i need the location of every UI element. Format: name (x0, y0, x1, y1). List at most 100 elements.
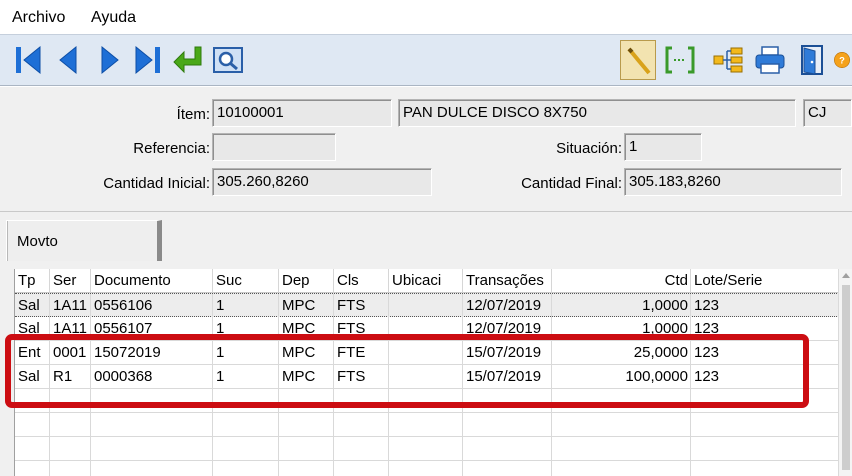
cell-transacoes[interactable] (463, 389, 552, 413)
cell-ctd[interactable]: 100,0000 (552, 365, 691, 389)
cell-dep[interactable]: MPC (279, 341, 334, 365)
column-header-tp[interactable]: Tp (15, 269, 50, 293)
tab-movto[interactable]: Movto (6, 220, 162, 262)
cell-cls[interactable]: FTE (334, 341, 389, 365)
cell-dep[interactable] (279, 389, 334, 413)
cell-ubicaci[interactable] (389, 294, 463, 318)
cell-ser[interactable] (50, 389, 91, 413)
cell-lote-serie[interactable] (691, 437, 839, 461)
cell-ser[interactable] (50, 413, 91, 437)
exit-button[interactable] (794, 40, 830, 80)
column-header-lote-serie[interactable]: Lote/Serie (691, 269, 839, 293)
column-header-ctd[interactable]: Ctd (552, 269, 691, 293)
cell-ubicaci[interactable] (389, 365, 463, 389)
cell-dep[interactable] (279, 461, 334, 476)
cell-ubicaci[interactable] (389, 437, 463, 461)
cell-suc[interactable]: 1 (213, 294, 279, 318)
cell-transacoes[interactable]: 12/07/2019 (463, 317, 552, 341)
cell-lote-serie[interactable] (691, 413, 839, 437)
cell-ctd[interactable] (552, 413, 691, 437)
cell-suc[interactable] (213, 461, 279, 476)
column-header-dep[interactable]: Dep (279, 269, 334, 293)
pencil-button[interactable] (620, 40, 656, 80)
cell-ubicaci[interactable] (389, 413, 463, 437)
cell-ser[interactable]: 1A11 (50, 294, 91, 318)
table-row[interactable]: Sal 1A11 0556107 1 MPC FTS 12/07/2019 1,0000 123 (15, 317, 839, 341)
table-row[interactable] (15, 461, 839, 476)
table-row[interactable]: Sal R1 0000368 1 MPC FTS 15/07/2019 100,0000 123 (15, 365, 839, 389)
cell-cls[interactable]: FTS (334, 317, 389, 341)
cell-tp[interactable]: Sal (15, 317, 50, 341)
cell-tp[interactable]: Sal (15, 365, 50, 389)
return-button[interactable] (170, 40, 206, 80)
cell-ser[interactable]: 0001 (50, 341, 91, 365)
hierarchy-button[interactable] (710, 40, 746, 80)
cell-tp[interactable]: Sal (15, 294, 50, 318)
column-header-ser[interactable]: Ser (50, 269, 91, 293)
cell-ser[interactable] (50, 461, 91, 476)
cell-cls[interactable] (334, 437, 389, 461)
scroll-thumb[interactable] (842, 285, 850, 470)
referencia-field[interactable] (212, 133, 336, 161)
cell-ctd[interactable]: 25,0000 (552, 341, 691, 365)
cell-lote-serie[interactable]: 123 (691, 341, 839, 365)
column-header-transacoes[interactable]: Transações (463, 269, 552, 293)
cantidad-final-field[interactable]: 305.183,8260 (624, 168, 842, 196)
table-row[interactable] (15, 413, 839, 437)
cell-lote-serie[interactable]: 123 (691, 317, 839, 341)
cell-transacoes[interactable]: 12/07/2019 (463, 294, 552, 318)
cell-tp[interactable] (15, 413, 50, 437)
cell-transacoes[interactable] (463, 413, 552, 437)
cell-cls[interactable] (334, 389, 389, 413)
print-button[interactable] (752, 40, 788, 80)
previous-record-button[interactable] (50, 40, 86, 80)
cell-tp[interactable] (15, 389, 50, 413)
cell-ubicaci[interactable] (389, 389, 463, 413)
cell-transacoes[interactable]: 15/07/2019 (463, 365, 552, 389)
item-code-field[interactable]: 10100001 (212, 99, 392, 127)
cell-documento[interactable] (91, 413, 213, 437)
cell-transacoes[interactable] (463, 437, 552, 461)
cell-lote-serie[interactable]: 123 (691, 365, 839, 389)
cell-ctd[interactable] (552, 389, 691, 413)
cell-ctd[interactable] (552, 437, 691, 461)
cell-dep[interactable] (279, 437, 334, 461)
cell-cls[interactable] (334, 461, 389, 476)
cell-ctd[interactable]: 1,0000 (552, 317, 691, 341)
first-record-button[interactable] (10, 40, 46, 80)
cell-dep[interactable]: MPC (279, 365, 334, 389)
cell-cls[interactable]: FTS (334, 294, 389, 318)
cell-ser[interactable] (50, 437, 91, 461)
table-row[interactable]: Sal 1A11 0556106 1 MPC FTS 12/07/2019 1,0000 123 (15, 293, 839, 318)
cell-ser[interactable]: R1 (50, 365, 91, 389)
cell-transacoes[interactable]: 15/07/2019 (463, 341, 552, 365)
column-header-documento[interactable]: Documento (91, 269, 213, 293)
cell-documento[interactable]: 0000368 (91, 365, 213, 389)
cell-lote-serie[interactable] (691, 461, 839, 476)
column-header-ubicaci[interactable]: Ubicaci (389, 269, 463, 293)
next-record-button[interactable] (92, 40, 128, 80)
vertical-scrollbar[interactable] (838, 269, 852, 476)
cell-cls[interactable]: FTS (334, 365, 389, 389)
cell-suc[interactable]: 1 (213, 341, 279, 365)
menu-archivo[interactable]: Archivo (12, 9, 65, 27)
cell-suc[interactable]: 1 (213, 317, 279, 341)
cell-ctd[interactable] (552, 461, 691, 476)
last-record-button[interactable] (130, 40, 166, 80)
situacion-field[interactable]: 1 (624, 133, 702, 161)
table-row[interactable]: Ent 0001 15072019 1 MPC FTE 15/07/2019 25,0000 1… (15, 341, 839, 365)
cell-ubicaci[interactable] (389, 461, 463, 476)
cell-suc[interactable] (213, 389, 279, 413)
column-header-suc[interactable]: Suc (213, 269, 279, 293)
select-range-button[interactable] (662, 40, 698, 80)
cell-documento[interactable]: 0556106 (91, 294, 213, 318)
cell-ser[interactable]: 1A11 (50, 317, 91, 341)
table-row[interactable] (15, 389, 839, 413)
cell-ctd[interactable]: 1,0000 (552, 294, 691, 318)
help-button[interactable]: ? (832, 40, 852, 80)
cell-tp[interactable] (15, 461, 50, 476)
cell-documento[interactable]: 15072019 (91, 341, 213, 365)
menu-ayuda[interactable]: Ayuda (91, 9, 136, 27)
cell-cls[interactable] (334, 413, 389, 437)
cell-dep[interactable] (279, 413, 334, 437)
